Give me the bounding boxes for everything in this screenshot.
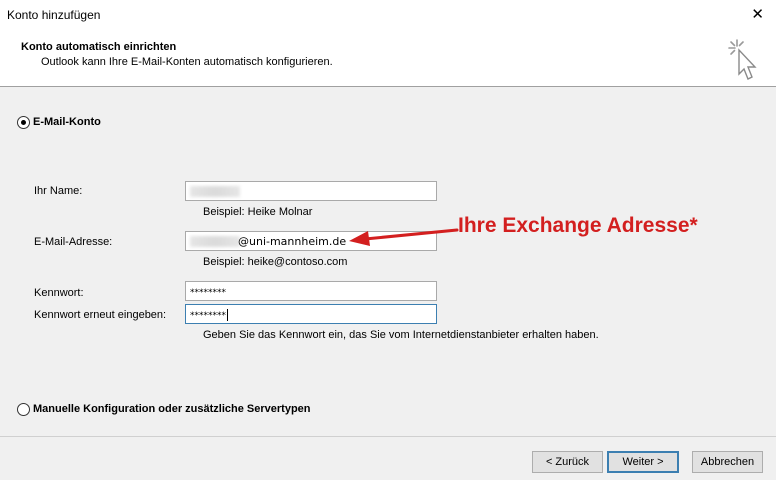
password-hint: Geben Sie das Kennwort ein, das Sie vom … [203,329,599,341]
magic-wand-cursor-icon [728,39,757,80]
password-confirm-field[interactable]: ******** [185,304,437,324]
close-icon[interactable]: ✕ [751,5,764,23]
email-account-radio[interactable] [17,116,30,129]
email-value: @uni-mannheim.de [238,235,347,248]
password-value: ******** [190,288,226,298]
header-subtitle: Outlook kann Ihre E-Mail-Konten automati… [41,56,333,68]
password-confirm-label: Kennwort erneut eingeben: [34,309,167,321]
redacted-name [190,186,240,197]
next-button[interactable]: Weiter > [607,451,679,473]
header-title: Konto automatisch einrichten [21,41,177,53]
name-hint: Beispiel: Heike Molnar [203,206,313,218]
title-bar: Konto hinzufügen ✕ [0,0,776,30]
back-button[interactable]: < Zurück [532,451,603,473]
text-caret [227,309,228,321]
password-field[interactable]: ******** [185,281,437,301]
name-label: Ihr Name: [34,185,83,197]
cancel-button[interactable]: Abbrechen [692,451,763,473]
email-account-label: E-Mail-Konto [33,116,101,128]
email-hint: Beispiel: heike@contoso.com [203,256,348,268]
name-field[interactable] [185,181,437,201]
wizard-header: Konto automatisch einrichten Outlook kan… [0,30,776,87]
window-title: Konto hinzufügen [7,8,101,22]
email-label: E-Mail-Adresse: [34,236,113,248]
manual-config-radio[interactable] [17,403,30,416]
red-arrow-annotation [349,228,459,246]
manual-config-label: Manuelle Konfiguration oder zusätzliche … [33,403,311,415]
redacted-email-local-part [190,236,240,247]
password-confirm-value: ******** [190,311,226,321]
password-label: Kennwort: [34,287,84,299]
footer-divider [0,436,776,437]
exchange-address-annotation: Ihre Exchange Adresse* [458,214,698,237]
